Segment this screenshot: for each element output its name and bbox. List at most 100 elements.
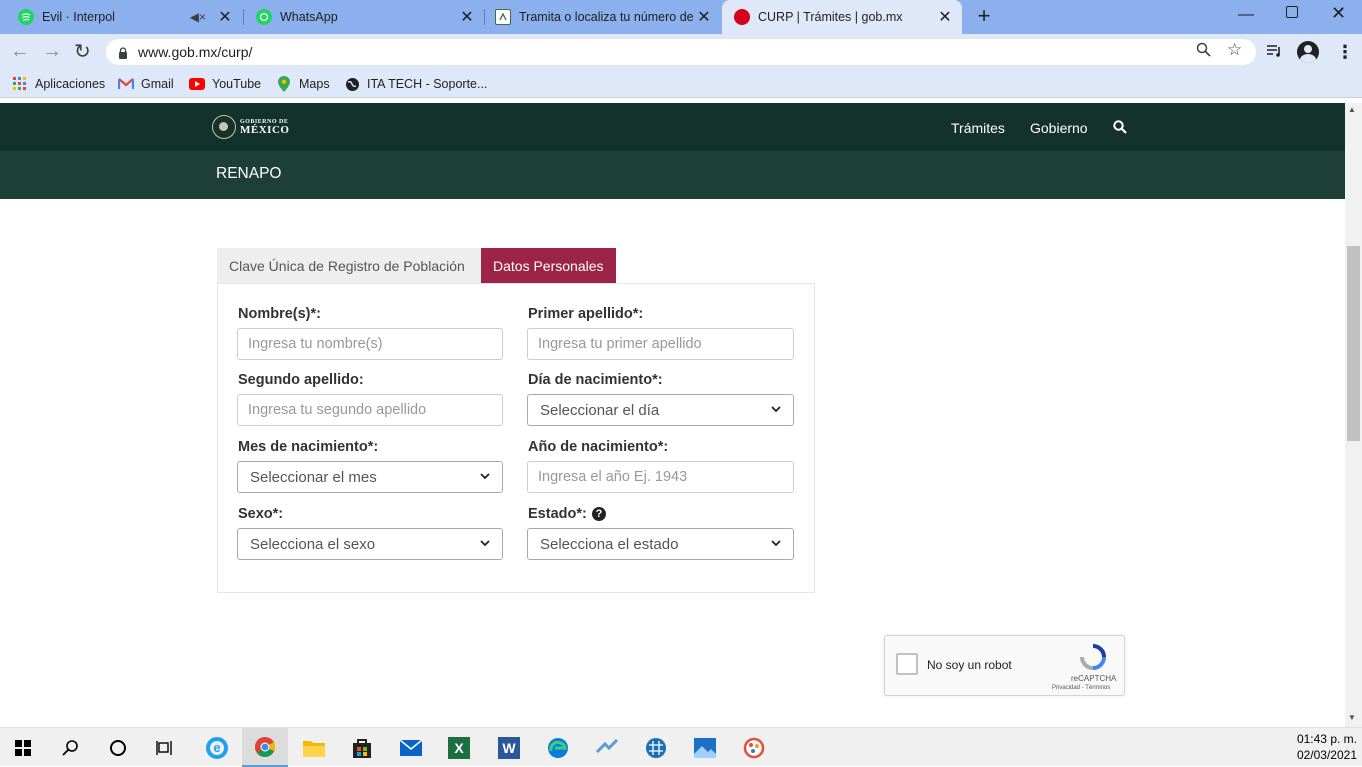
gobmx-header (0, 103, 1345, 151)
close-tab-icon[interactable]: ✕ (216, 7, 234, 27)
recaptcha-brand: reCAPTCHA (1071, 674, 1117, 683)
chevron-down-icon (771, 539, 781, 550)
close-window-button[interactable]: ✕ (1331, 3, 1346, 24)
file-explorer-icon[interactable] (291, 728, 337, 767)
recaptcha-links[interactable]: Privacidad - Términos (1052, 685, 1110, 691)
clock-time[interactable]: 01:43 p. m. (1293, 732, 1357, 746)
bookmark-label: Aplicaciones (35, 77, 106, 91)
tab-title: WhatsApp (280, 10, 338, 24)
recaptcha-checkbox[interactable] (896, 653, 918, 675)
help-question-icon[interactable]: ? (592, 507, 606, 521)
tab-evil-interpol[interactable]: Evil · Interpol ◀× ✕ (0, 0, 242, 34)
browser-tab-strip: Evil · Interpol ◀× ✕ WhatsApp ✕ Tramita … (0, 0, 1362, 34)
zoom-search-icon[interactable] (1196, 42, 1211, 62)
nombre-input[interactable]: Ingresa tu nombre(s) (237, 328, 503, 360)
back-arrow-icon[interactable]: ← (10, 40, 30, 63)
close-tab-icon[interactable]: ✕ (458, 7, 476, 27)
tab-title: Evil · Interpol (42, 10, 115, 24)
youtube-icon (189, 76, 205, 92)
cortana-icon[interactable] (95, 728, 141, 767)
profile-avatar-icon[interactable] (1297, 41, 1319, 63)
internet-explorer-icon[interactable]: e (194, 728, 240, 767)
recaptcha-widget: No soy un robot reCAPTCHA Privacidad - T… (884, 635, 1125, 696)
chevron-down-icon (480, 472, 490, 483)
minimize-window-button[interactable]: — (1238, 6, 1254, 24)
bookmark-aplicaciones[interactable]: Aplicaciones (12, 70, 105, 98)
imss-icon (495, 9, 511, 25)
segundo-apellido-input[interactable]: Ingresa tu segundo apellido (237, 394, 503, 426)
restore-window-button[interactable] (1286, 6, 1298, 18)
page-scrollbar[interactable]: ▲ ▼ (1345, 103, 1362, 727)
segundo-apellido-label: Segundo apellido: (238, 372, 364, 388)
sexo-select[interactable]: Selecciona el sexo (237, 528, 503, 560)
word-icon[interactable]: W (486, 728, 532, 767)
select-value: Selecciona el sexo (250, 535, 376, 553)
select-value: Selecciona el estado (540, 535, 679, 553)
lock-icon (118, 46, 128, 59)
sexo-label: Sexo*: (238, 506, 284, 522)
clock-date[interactable]: 02/03/2021 (1293, 748, 1357, 762)
edge-icon[interactable] (535, 728, 581, 767)
tab-clave-unica[interactable]: Clave Única de Registro de Población (217, 248, 481, 284)
section-title: RENAPO (216, 165, 282, 182)
select-value: Seleccionar el día (540, 401, 660, 419)
bookmark-youtube[interactable]: YouTube (189, 70, 261, 98)
dia-nacimiento-select[interactable]: Seleccionar el día (527, 394, 794, 426)
whatsapp-icon (256, 9, 272, 25)
scrollbar-thumb[interactable] (1347, 246, 1360, 441)
tab-title: CURP | Trámites | gob.mx (758, 10, 903, 24)
photos-icon[interactable] (682, 728, 728, 767)
scroll-up-icon[interactable]: ▲ (1348, 105, 1356, 114)
anio-nacimiento-input[interactable]: Ingresa el año Ej. 1943 (527, 461, 794, 493)
apps-grid-icon (12, 76, 28, 92)
nav-gobierno[interactable]: Gobierno (1030, 120, 1088, 136)
spotify-icon (18, 9, 34, 25)
calculator-grid-icon[interactable] (633, 728, 679, 767)
estado-select[interactable]: Selecciona el estado (527, 528, 794, 560)
mes-nacimiento-select[interactable]: Seleccionar el mes (237, 461, 503, 493)
mail-icon[interactable] (388, 728, 434, 767)
bookmark-label: YouTube (212, 77, 262, 91)
tab-datos-personales[interactable]: Datos Personales (481, 248, 616, 284)
primer-apellido-input[interactable]: Ingresa tu primer apellido (527, 328, 794, 360)
bookmark-maps[interactable]: Maps (276, 70, 330, 98)
close-tab-icon[interactable]: ✕ (936, 7, 954, 27)
start-windows-icon[interactable] (0, 728, 46, 767)
scroll-down-icon[interactable]: ▼ (1348, 713, 1356, 722)
kebab-menu-icon[interactable]: ⋮ (1336, 42, 1354, 62)
bookmark-ita-tech[interactable]: ITA TECH - Soporte... (344, 70, 487, 98)
close-tab-icon[interactable]: ✕ (695, 7, 713, 27)
gobmx-icon (734, 9, 750, 25)
store-icon[interactable] (339, 728, 385, 767)
recaptcha-logo-icon (1080, 644, 1106, 675)
tab-title: Tramita o localiza tu número de s (519, 10, 695, 24)
site-search-icon[interactable] (1113, 120, 1127, 139)
url-text: www.gob.mx/curp/ (138, 44, 253, 60)
chevron-down-icon (480, 539, 490, 550)
reload-icon[interactable]: ↻ (74, 39, 91, 64)
new-tab-button[interactable]: + (972, 4, 996, 28)
globe-icon (344, 76, 360, 92)
tab-tramita[interactable]: Tramita o localiza tu número de s ✕ (485, 0, 721, 34)
forward-arrow-icon[interactable]: → (42, 40, 62, 63)
address-bar[interactable]: www.gob.mx/curp/ ☆ (106, 39, 1256, 65)
tab-curp[interactable]: CURP | Trámites | gob.mx ✕ (722, 0, 962, 34)
nav-tramites[interactable]: Trámites (951, 120, 1005, 136)
nombre-label: Nombre(s)*: (238, 306, 321, 322)
paint-3d-icon[interactable] (731, 728, 777, 767)
excel-icon[interactable]: X (436, 728, 482, 767)
bookmark-label: ITA TECH - Soporte... (367, 77, 488, 91)
estado-label: Estado*: (528, 506, 587, 522)
tab-whatsapp[interactable]: WhatsApp ✕ (244, 0, 484, 34)
gobmx-logo[interactable]: GOBIERNO DE MÉXICO (212, 115, 289, 139)
speaker-muted-icon[interactable]: ◀× (190, 10, 206, 24)
search-icon[interactable] (47, 728, 93, 767)
media-control-icon[interactable] (1266, 44, 1282, 63)
whiteboard-icon[interactable] (584, 728, 630, 767)
coat-of-arms-icon (212, 115, 236, 139)
bookmarks-bar: Aplicaciones Gmail YouTube Maps ITA TECH… (0, 70, 1362, 98)
bookmark-star-icon[interactable]: ☆ (1227, 40, 1242, 60)
bookmark-gmail[interactable]: Gmail (118, 70, 174, 98)
task-view-icon[interactable] (142, 728, 188, 767)
chrome-icon[interactable] (242, 728, 288, 767)
